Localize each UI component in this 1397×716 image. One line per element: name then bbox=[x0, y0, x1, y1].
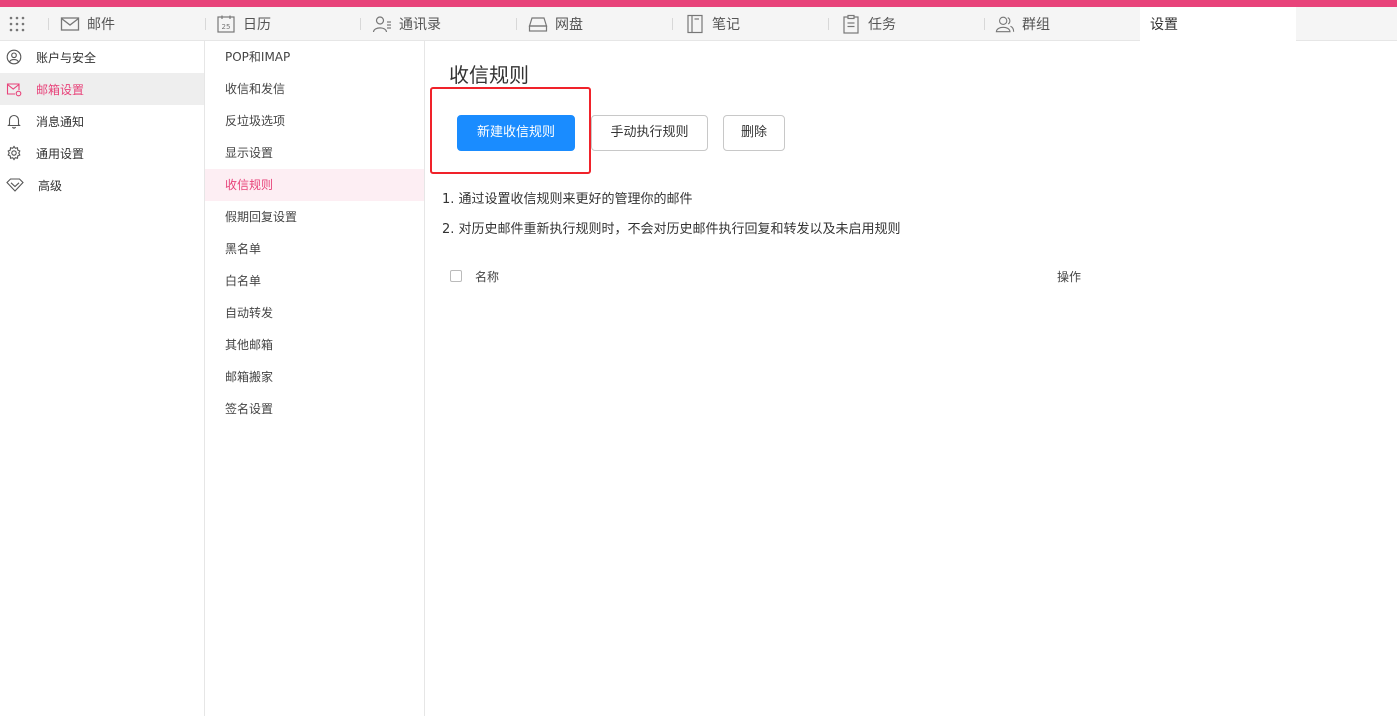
top-brand-stripe bbox=[0, 0, 1397, 7]
subnav-item-auto-forward[interactable]: 自动转发 bbox=[205, 297, 424, 329]
sidebar-item-label: 邮箱设置 bbox=[36, 82, 85, 97]
sidebar-item-mailbox-settings[interactable]: 邮箱设置 bbox=[0, 73, 204, 105]
nav-separator bbox=[205, 18, 206, 30]
nav-item-calendar[interactable]: 25 日历 bbox=[216, 7, 271, 41]
rules-table-header: 名称 操作 bbox=[449, 267, 1089, 285]
nav-item-label: 通讯录 bbox=[399, 17, 441, 33]
calendar-icon: 25 bbox=[216, 14, 236, 34]
nav-item-label: 日历 bbox=[243, 17, 271, 33]
group-icon bbox=[995, 14, 1015, 34]
nav-separator bbox=[360, 18, 361, 30]
sidebar-item-label: 账户与安全 bbox=[36, 50, 97, 65]
subnav-item-other-mailboxes[interactable]: 其他邮箱 bbox=[205, 329, 424, 361]
main-content: 收信规则 新建收信规则 手动执行规则 删除 1. 通过设置收信规则来更好的管理你… bbox=[426, 41, 1397, 716]
nav-separator bbox=[516, 18, 517, 30]
nav-item-mail[interactable]: 邮件 bbox=[60, 7, 115, 41]
subnav-item-blacklist[interactable]: 黑名单 bbox=[205, 233, 424, 265]
nav-item-label: 设置 bbox=[1150, 17, 1178, 33]
nav-item-label: 群组 bbox=[1022, 17, 1050, 33]
apps-grid-icon[interactable] bbox=[9, 16, 25, 32]
svg-text:25: 25 bbox=[222, 23, 231, 31]
sidebar-item-label: 消息通知 bbox=[36, 114, 85, 129]
gear-icon bbox=[6, 145, 22, 161]
bell-icon bbox=[6, 113, 22, 129]
sidebar-item-general-settings[interactable]: 通用设置 bbox=[0, 137, 204, 169]
run-rules-button[interactable]: 手动执行规则 bbox=[591, 115, 708, 151]
nav-item-groups[interactable]: 群组 bbox=[995, 7, 1050, 41]
sidebar-item-account-security[interactable]: 账户与安全 bbox=[0, 41, 204, 73]
nav-item-label: 网盘 bbox=[555, 17, 583, 33]
page-title: 收信规则 bbox=[449, 63, 529, 87]
nav-separator bbox=[828, 18, 829, 30]
subnav-item-whitelist[interactable]: 白名单 bbox=[205, 265, 424, 297]
subnav-item-pop-imap[interactable]: POP和IMAP bbox=[205, 41, 424, 73]
nav-separator bbox=[672, 18, 673, 30]
subnav-item-inbox-rules[interactable]: 收信规则 bbox=[205, 169, 424, 201]
new-rule-button[interactable]: 新建收信规则 bbox=[457, 115, 575, 151]
subnav-item-signature[interactable]: 签名设置 bbox=[205, 393, 424, 425]
sidebar-item-label: 高级 bbox=[38, 178, 63, 193]
mail-settings-icon bbox=[6, 81, 22, 97]
subnav-item-anti-spam[interactable]: 反垃圾选项 bbox=[205, 105, 424, 137]
settings-sidebar: 账户与安全 邮箱设置 消息通知 通用设置 高级 bbox=[0, 41, 205, 716]
contacts-icon bbox=[372, 14, 392, 34]
tasks-icon bbox=[841, 14, 861, 34]
subnav-item-display[interactable]: 显示设置 bbox=[205, 137, 424, 169]
nav-separator bbox=[984, 18, 985, 30]
mailbox-settings-subnav: POP和IMAP 收信和发信 反垃圾选项 显示设置 收信规则 假期回复设置 黑名… bbox=[205, 41, 425, 716]
user-circle-icon bbox=[6, 49, 22, 65]
nav-item-notes[interactable]: 笔记 bbox=[685, 7, 740, 41]
nav-item-contacts[interactable]: 通讯录 bbox=[372, 7, 441, 41]
nav-item-label: 任务 bbox=[868, 17, 896, 33]
top-navigation: 邮件 25 日历 通讯录 网盘 笔记 任务 群组 设置 bbox=[0, 7, 1397, 41]
subnav-item-vacation-reply[interactable]: 假期回复设置 bbox=[205, 201, 424, 233]
sidebar-item-advanced[interactable]: 高级 bbox=[0, 169, 204, 201]
nav-item-label: 笔记 bbox=[712, 17, 740, 33]
nav-item-label: 邮件 bbox=[87, 17, 115, 33]
nav-item-drive[interactable]: 网盘 bbox=[528, 7, 583, 41]
nav-separator bbox=[48, 18, 49, 30]
sidebar-item-notifications[interactable]: 消息通知 bbox=[0, 105, 204, 137]
drive-icon bbox=[528, 14, 548, 34]
sidebar-item-label: 通用设置 bbox=[36, 146, 85, 161]
nav-item-settings[interactable]: 设置 bbox=[1140, 7, 1296, 41]
column-header-name: 名称 bbox=[475, 270, 500, 284]
nav-item-tasks[interactable]: 任务 bbox=[841, 7, 896, 41]
subnav-item-send-receive[interactable]: 收信和发信 bbox=[205, 73, 424, 105]
info-note: 1. 通过设置收信规则来更好的管理你的邮件 bbox=[442, 192, 693, 207]
mail-icon bbox=[60, 14, 80, 34]
subnav-item-mailbox-migration[interactable]: 邮箱搬家 bbox=[205, 361, 424, 393]
select-all-checkbox[interactable] bbox=[450, 270, 462, 282]
info-note: 2. 对历史邮件重新执行规则时，不会对历史邮件执行回复和转发以及未启用规则 bbox=[442, 222, 901, 237]
column-header-actions: 操作 bbox=[1057, 270, 1082, 284]
delete-button[interactable]: 删除 bbox=[723, 115, 785, 151]
diamond-icon bbox=[6, 177, 24, 193]
notes-icon bbox=[685, 14, 705, 34]
